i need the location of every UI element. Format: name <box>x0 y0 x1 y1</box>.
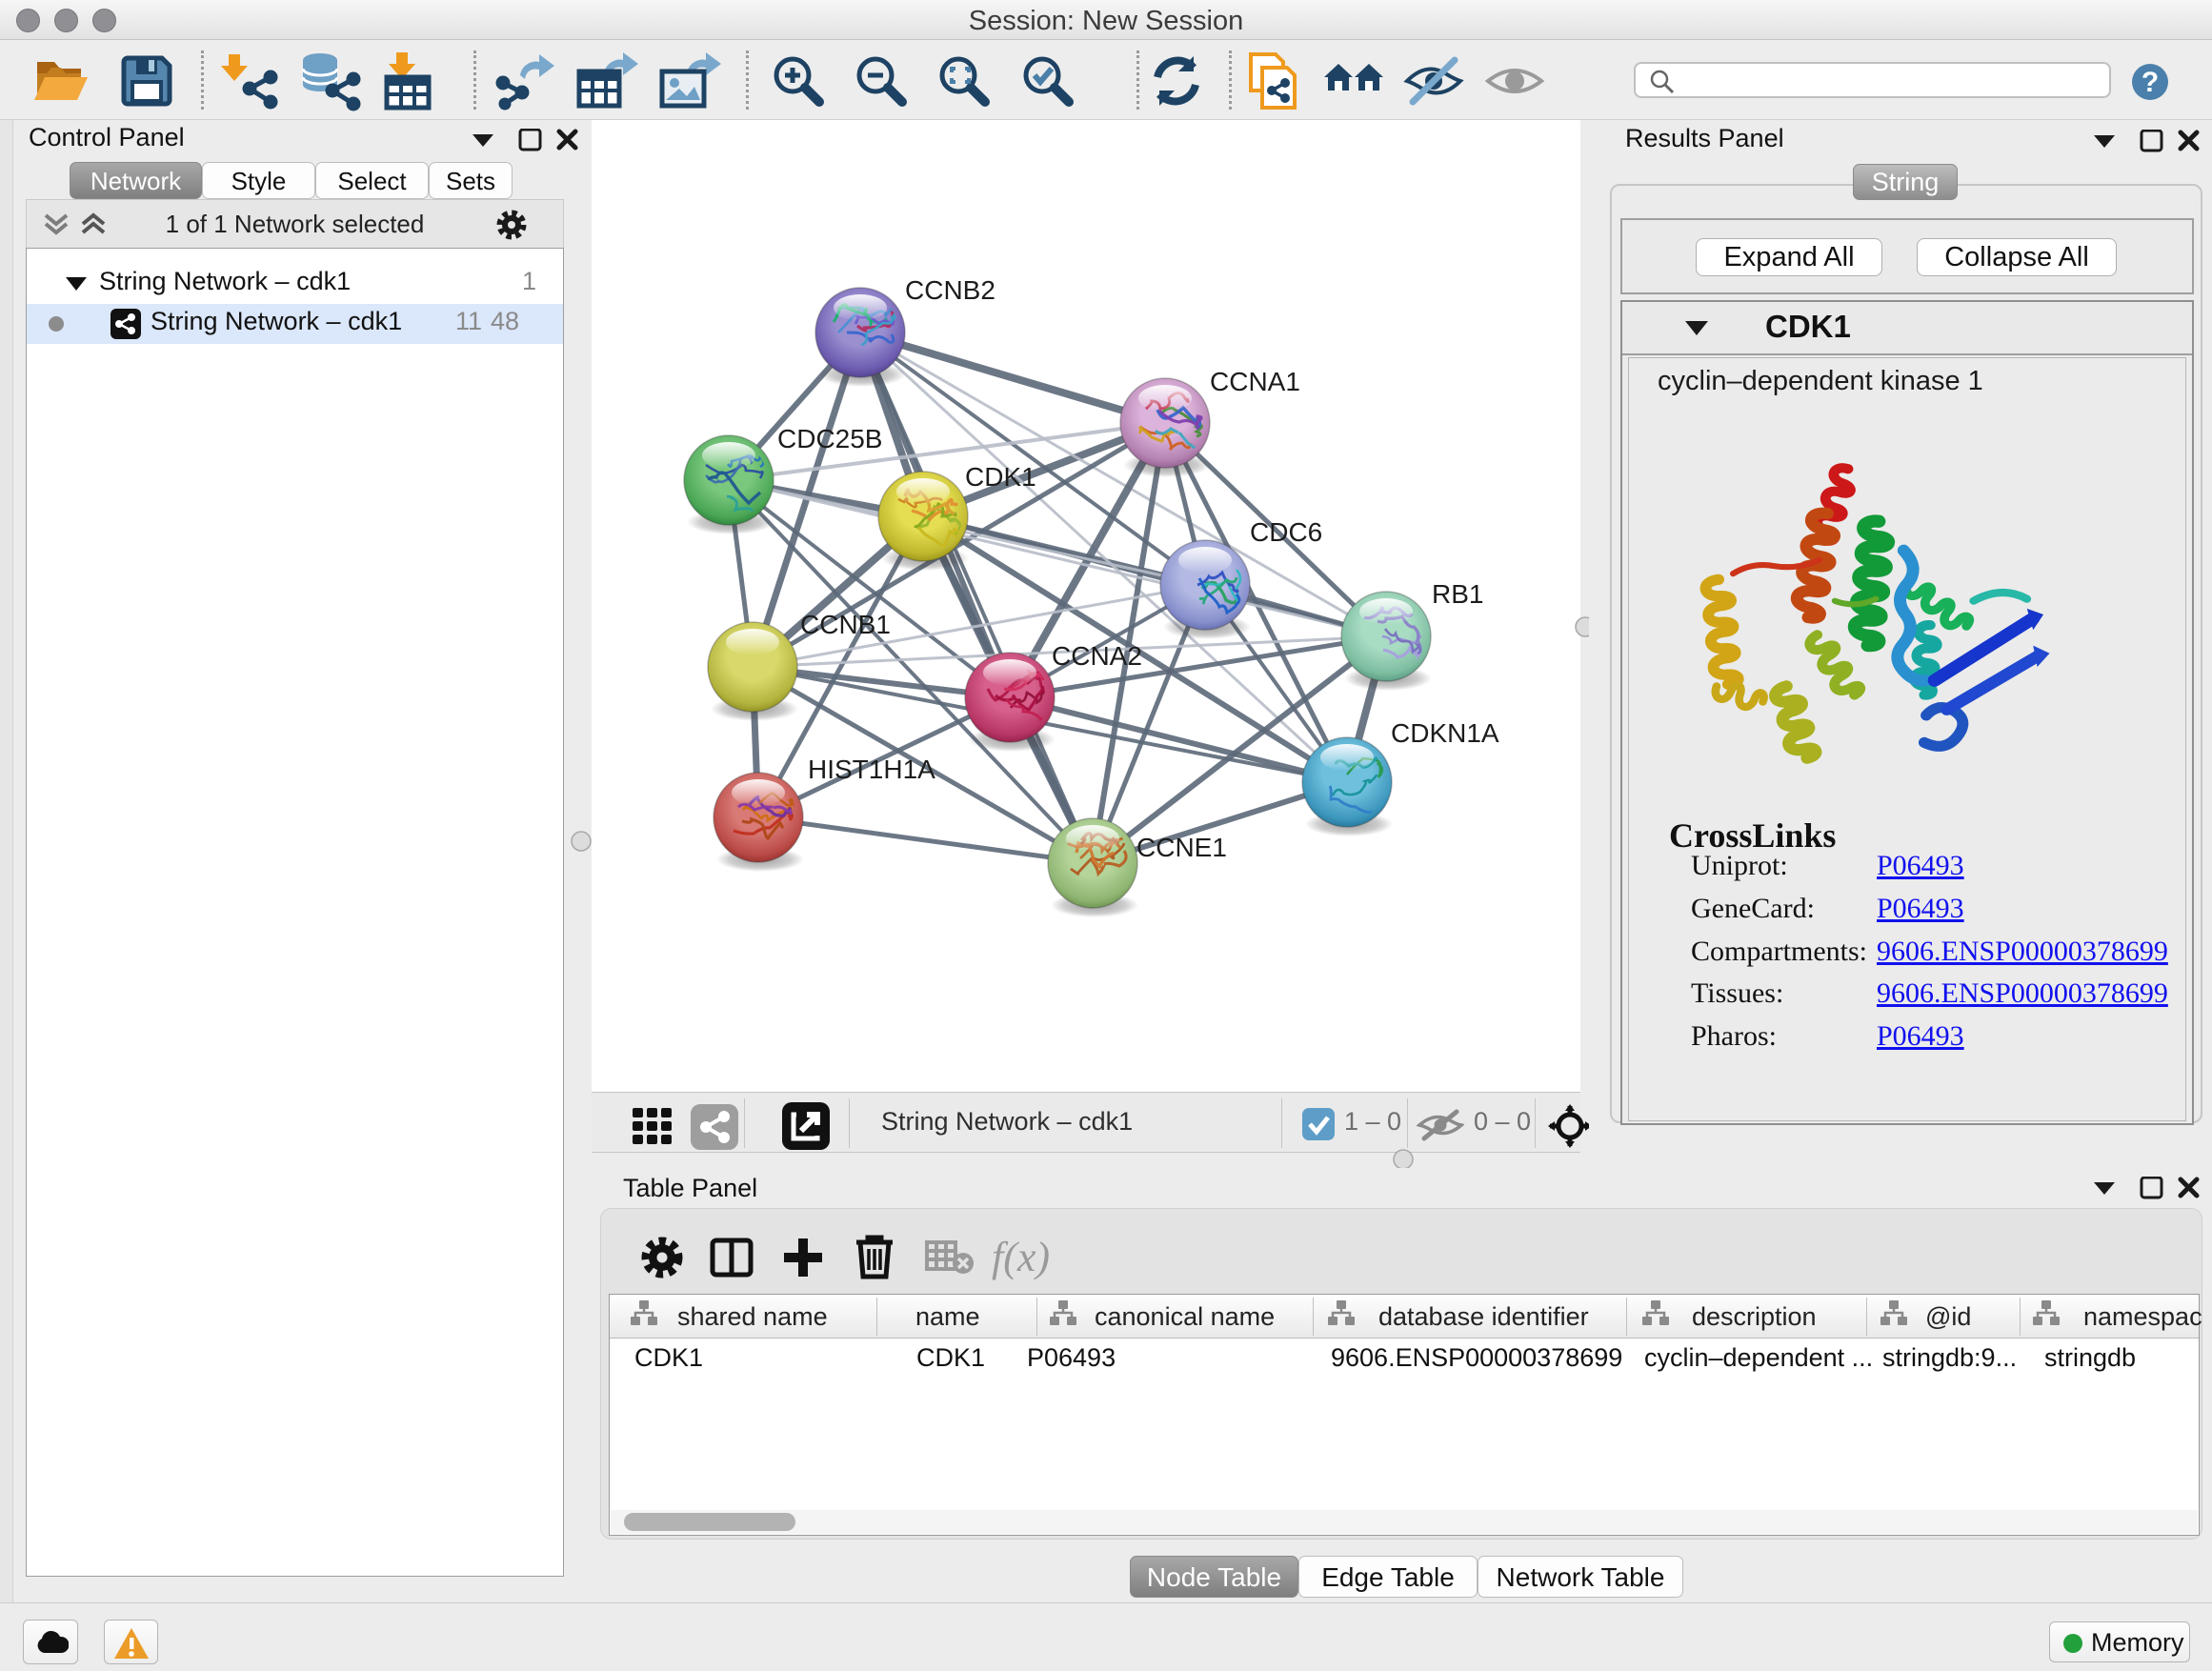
svg-text:CDC25B: CDC25B <box>777 424 882 453</box>
svg-text:?: ? <box>2142 67 2159 98</box>
svg-text:CCNE1: CCNE1 <box>1136 833 1227 862</box>
svg-text:CDK1: CDK1 <box>965 462 1036 492</box>
svg-text:CCNB2: CCNB2 <box>905 275 995 305</box>
svg-text:CCNB1: CCNB1 <box>800 610 891 639</box>
svg-text:CDKN1A: CDKN1A <box>1391 718 1499 748</box>
svg-text:CDC6: CDC6 <box>1250 517 1322 547</box>
svg-text:RB1: RB1 <box>1432 579 1483 609</box>
svg-text:HIST1H1A: HIST1H1A <box>808 755 935 784</box>
svg-text:CCNA1: CCNA1 <box>1210 367 1300 396</box>
svg-text:CCNA2: CCNA2 <box>1052 641 1142 671</box>
